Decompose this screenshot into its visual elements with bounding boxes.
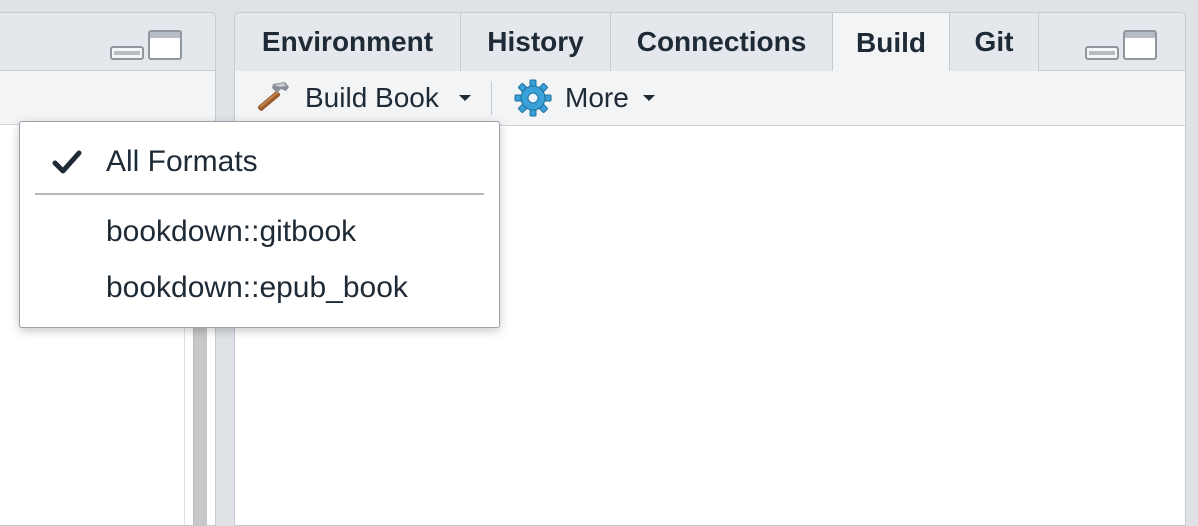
tab-connections[interactable]: Connections bbox=[611, 13, 833, 71]
build-format-menu: All Formats bookdown::gitbook bookdown::… bbox=[19, 121, 500, 328]
left-pane-window-controls bbox=[110, 30, 182, 60]
minimize-pane-icon[interactable] bbox=[1085, 46, 1119, 60]
toolbar-separator bbox=[491, 81, 492, 115]
chevron-down-icon bbox=[459, 95, 471, 101]
more-menu-button[interactable]: More bbox=[513, 71, 655, 125]
hammer-icon bbox=[253, 78, 293, 118]
checkmark-icon bbox=[52, 149, 82, 183]
menu-item-label: bookdown::epub_book bbox=[106, 271, 408, 304]
tab-history[interactable]: History bbox=[461, 13, 611, 71]
maximize-pane-icon[interactable] bbox=[148, 30, 182, 60]
menu-item-all-formats[interactable]: All Formats bbox=[20, 136, 499, 188]
minimize-pane-icon[interactable] bbox=[110, 46, 144, 60]
menu-item-label: bookdown::gitbook bbox=[106, 215, 357, 248]
left-pane-toolbar bbox=[0, 71, 215, 125]
tab-label: History bbox=[487, 26, 584, 57]
tab-label: Connections bbox=[636, 26, 807, 57]
tab-build[interactable]: Build bbox=[832, 13, 950, 72]
build-book-label: Build Book bbox=[305, 82, 439, 113]
build-book-dropdown-toggle[interactable] bbox=[459, 71, 471, 125]
build-toolbar: Build Book More bbox=[235, 71, 1185, 126]
menu-divider bbox=[35, 193, 484, 195]
tab-label: Git bbox=[974, 26, 1014, 57]
pane-tab-strip: Environment History Connections Build Gi… bbox=[235, 13, 1185, 72]
tab-git[interactable]: Git bbox=[950, 13, 1039, 71]
maximize-pane-icon[interactable] bbox=[1123, 30, 1157, 60]
build-book-button[interactable]: Build Book bbox=[253, 71, 439, 125]
tab-label: Environment bbox=[261, 26, 434, 57]
more-label: More bbox=[565, 82, 629, 113]
tab-environment[interactable]: Environment bbox=[235, 13, 461, 71]
menu-item-epub-book[interactable]: bookdown::epub_book bbox=[20, 262, 499, 314]
left-pane-header bbox=[0, 13, 215, 71]
build-pane-window-controls bbox=[1085, 30, 1157, 60]
tab-label: Build bbox=[856, 26, 926, 58]
menu-item-gitbook[interactable]: bookdown::gitbook bbox=[20, 206, 499, 258]
menu-item-label: All Formats bbox=[106, 145, 258, 178]
gear-icon bbox=[513, 78, 553, 118]
chevron-down-icon bbox=[642, 95, 655, 101]
